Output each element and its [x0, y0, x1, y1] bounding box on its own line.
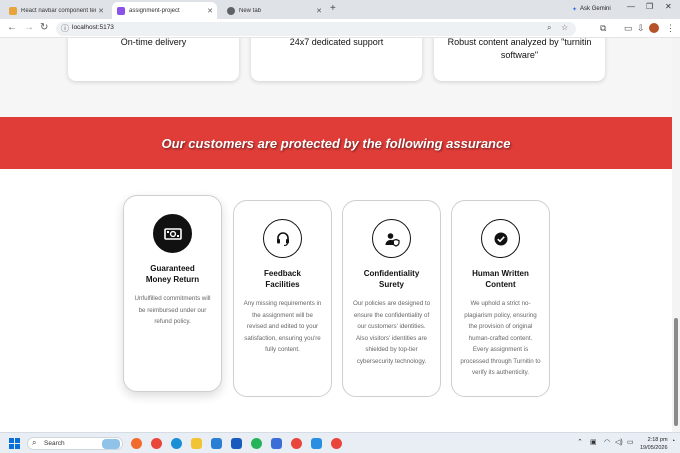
downloads-icon[interactable]: ⇩: [637, 23, 645, 34]
minimize-icon[interactable]: —: [627, 2, 635, 11]
forward-icon[interactable]: →: [24, 22, 34, 33]
volume-icon[interactable]: ◁): [615, 438, 623, 446]
reload-icon[interactable]: ↻: [40, 22, 48, 33]
wifi-icon[interactable]: ◠: [604, 438, 610, 446]
new-tab-button[interactable]: +: [330, 3, 336, 14]
taskbar-search[interactable]: ⌕ Search: [27, 437, 123, 450]
browser-tab-strip: React navbar component temp ✕ assignment…: [0, 0, 680, 19]
vscode-icon[interactable]: [311, 438, 322, 449]
battery-icon[interactable]: ▭: [627, 438, 634, 446]
card-title: Feedback Facilities: [264, 269, 301, 289]
card-title: Confidentiality Surety: [363, 269, 420, 289]
ask-gemini-button[interactable]: ✦ Ask Gemini: [566, 3, 617, 15]
check-circle-icon: [481, 219, 520, 258]
page-scrollbar[interactable]: [672, 38, 680, 432]
tab-label: assignment-project: [129, 7, 180, 14]
feature-card: Robust content analyzed by "turnitin sof…: [434, 38, 605, 81]
tab-react-navbar[interactable]: React navbar component temp ✕: [4, 2, 108, 19]
assurance-card-money-return: Guaranteed Money Return Unfulfilled comm…: [123, 195, 222, 392]
user-shield-icon: [372, 219, 411, 258]
feature-label: 24x7 dedicated support: [289, 38, 384, 47]
card-description: We uphold a strict no-plagiarism policy,…: [460, 300, 541, 376]
windows-taskbar: ⌕ Search ⌃ ▣ ◠ ◁) ▭ 2:18 pm 19/05/2026 ◔: [0, 432, 680, 453]
headset-icon: [263, 219, 302, 258]
assurance-card-human-written: Human Written Content We uphold a strict…: [451, 200, 550, 397]
card-description: Our policies are designed to ensure the …: [352, 300, 431, 365]
zoom-icon[interactable]: ⌕: [547, 23, 551, 33]
clock-time: 2:18 pm: [647, 437, 668, 443]
page-viewport: On-time delivery 24x7 dedicated support …: [0, 38, 672, 432]
tab-label: New tab: [239, 7, 262, 14]
chrome-icon[interactable]: [291, 438, 302, 449]
assurance-heading: Our customers are protected by the follo…: [161, 135, 511, 151]
close-tab-icon[interactable]: ✕: [207, 7, 213, 15]
address-bar[interactable]: ⓘ localhost:5173 ⌕ ☆: [56, 22, 576, 36]
file-explorer-icon[interactable]: [191, 438, 202, 449]
feature-label: Robust content analyzed by "turnitin sof…: [447, 38, 592, 60]
clock-date: 19/05/2026: [640, 445, 668, 451]
features-section: On-time delivery 24x7 dedicated support …: [0, 38, 672, 118]
tab-favicon-icon: [227, 6, 235, 15]
search-placeholder: Search: [44, 440, 65, 447]
copilot-icon[interactable]: [131, 438, 142, 449]
notification-bell-icon[interactable]: ◔: [671, 438, 675, 445]
tab-assignment-project[interactable]: assignment-project ✕: [112, 2, 217, 19]
tab-favicon-icon: [117, 6, 125, 15]
back-icon[interactable]: ←: [7, 22, 17, 33]
search-icon: ⌕: [32, 438, 37, 447]
tab-new-tab[interactable]: New tab ✕: [222, 2, 326, 19]
ask-gemini-label: Ask Gemini: [580, 6, 611, 12]
card-description: Any missing requirements in the assignme…: [243, 300, 322, 353]
maximize-icon[interactable]: ❐: [646, 2, 653, 11]
bookmark-star-icon[interactable]: ☆: [561, 23, 568, 32]
edge-icon[interactable]: [171, 438, 182, 449]
tab-favicon-icon: [9, 6, 17, 15]
chrome-icon[interactable]: [331, 438, 342, 449]
photos-icon[interactable]: [211, 438, 222, 449]
extensions-icon[interactable]: ⧉: [600, 23, 606, 34]
menu-icon[interactable]: ⋮: [666, 23, 675, 34]
scrollbar-thumb[interactable]: [674, 318, 678, 426]
whatsapp-icon[interactable]: [251, 438, 262, 449]
windows-start-icon[interactable]: [9, 438, 20, 449]
close-tab-icon[interactable]: ✕: [316, 7, 322, 15]
chrome-icon[interactable]: [151, 438, 162, 449]
assurance-card-confidentiality: Confidentiality Surety Our policies are …: [342, 200, 441, 397]
card-title: Human Written Content: [472, 269, 529, 289]
card-description: Unfulfilled commitments will be reimburs…: [134, 295, 211, 325]
money-icon: [153, 214, 192, 253]
tab-label: React navbar component temp: [21, 7, 96, 14]
tray-chevron-icon[interactable]: ⌃: [577, 438, 583, 446]
assurance-banner: Our customers are protected by the follo…: [0, 117, 672, 169]
store-icon[interactable]: [271, 438, 282, 449]
feature-card: On-time delivery: [68, 38, 239, 81]
card-title: Guaranteed Money Return: [145, 264, 200, 284]
search-highlight-icon: [102, 439, 120, 449]
taskbar-clock[interactable]: 2:18 pm 19/05/2026: [640, 436, 668, 452]
site-info-icon[interactable]: ⓘ: [61, 23, 69, 34]
tray-app-icon[interactable]: ▣: [590, 438, 597, 446]
browser-toolbar: ← → ↻ ⓘ localhost:5173 ⌕ ☆ ⧉ ▭ ⇩ ⋮: [0, 19, 680, 38]
profile-avatar[interactable]: [649, 23, 659, 33]
gemini-icon: ✦: [572, 6, 578, 13]
close-tab-icon[interactable]: ✕: [98, 7, 104, 15]
assurance-card-feedback: Feedback Facilities Any missing requirem…: [233, 200, 332, 397]
feature-card: 24x7 dedicated support: [251, 38, 422, 81]
feature-label: On-time delivery: [120, 38, 187, 47]
word-icon[interactable]: [231, 438, 242, 449]
url-text: localhost:5173: [72, 24, 114, 31]
side-panel-icon[interactable]: ▭: [624, 23, 633, 34]
close-window-icon[interactable]: ✕: [665, 2, 672, 11]
